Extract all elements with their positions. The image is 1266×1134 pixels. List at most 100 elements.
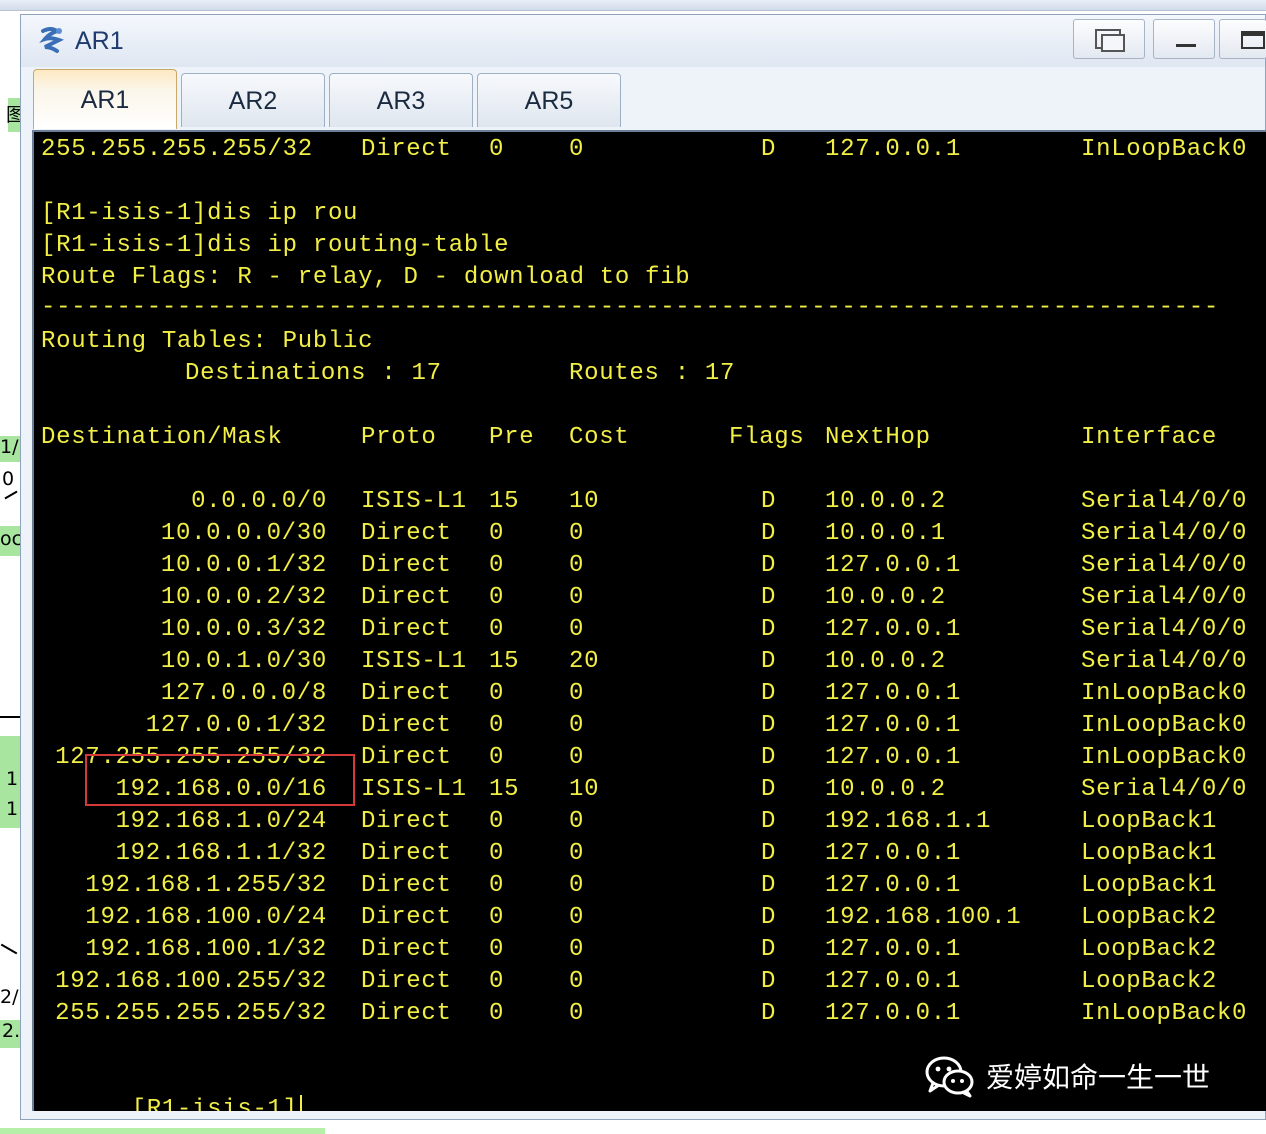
cell-flags: D bbox=[761, 872, 777, 899]
cell-proto: Direct bbox=[361, 808, 452, 835]
cell-interface: Serial4/0/0 bbox=[1081, 552, 1248, 579]
device-tab-bar: AR1 AR2 AR3 AR5 bbox=[31, 69, 1265, 129]
cell-cost: 0 bbox=[569, 904, 585, 931]
restore-icon bbox=[1095, 29, 1125, 52]
destinations-count: Destinations : 17 bbox=[185, 360, 442, 387]
workspace-fragment: oc bbox=[0, 528, 23, 550]
workspace-bottom-bar bbox=[0, 1128, 325, 1134]
routing-tables-line: Routing Tables: Public bbox=[41, 328, 374, 355]
workspace-fragment: 1 bbox=[6, 798, 19, 820]
header-nexthop: NextHop bbox=[825, 424, 931, 451]
cell-pre: 0 bbox=[489, 616, 505, 643]
maximize-icon bbox=[1241, 31, 1265, 49]
cell-cost: 0 bbox=[569, 616, 585, 643]
header-proto: Proto bbox=[361, 424, 437, 451]
cell-interface: LoopBack2 bbox=[1081, 968, 1217, 995]
cell-dest: 192.168.100.255/32 bbox=[55, 968, 327, 995]
title-bar[interactable]: AR1 bbox=[21, 15, 1266, 67]
workspace-fragment: 1/ bbox=[0, 436, 19, 458]
workspace-fragment: 1 bbox=[6, 768, 19, 790]
desktop-top-strip bbox=[0, 0, 1266, 11]
cell-flags: D bbox=[761, 1000, 777, 1027]
separator-line: ----------------------------------------… bbox=[41, 294, 1219, 321]
cell-proto: Direct bbox=[361, 552, 452, 579]
cell-interface: Serial4/0/0 bbox=[1081, 616, 1248, 643]
cell-pre: 15 bbox=[489, 488, 520, 515]
cell-dest: 10.0.1.0/30 bbox=[160, 648, 327, 675]
route-flags-legend: Route Flags: R - relay, D - download to … bbox=[41, 264, 691, 291]
cell-proto: Direct bbox=[361, 840, 452, 867]
minimize-button[interactable] bbox=[1153, 19, 1215, 59]
cell-interface: LoopBack1 bbox=[1081, 840, 1217, 867]
cell-flags: D bbox=[761, 712, 777, 739]
cell-nexthop: 127.0.0.1 bbox=[825, 840, 961, 867]
cell-nexthop: 127.0.0.1 bbox=[825, 1000, 961, 1027]
highlight-box bbox=[85, 754, 355, 806]
cell-dest: 10.0.0.1/32 bbox=[160, 552, 327, 579]
cell-cost: 20 bbox=[569, 648, 600, 675]
cell-proto: ISIS-L1 bbox=[361, 488, 467, 515]
cell-flags: D bbox=[761, 936, 777, 963]
header-cost: Cost bbox=[569, 424, 630, 451]
cell-proto: Direct bbox=[361, 1000, 452, 1027]
cell-dest: 0.0.0.0/0 bbox=[191, 488, 327, 515]
cell-pre: 0 bbox=[489, 136, 505, 163]
cell-dest: 255.255.255.255/32 bbox=[55, 1000, 327, 1027]
cell-dest: 192.168.1.1/32 bbox=[115, 840, 327, 867]
cell-pre: 15 bbox=[489, 776, 520, 803]
cell-proto: ISIS-L1 bbox=[361, 648, 467, 675]
cell-interface: LoopBack2 bbox=[1081, 936, 1217, 963]
tab-ar2[interactable]: AR2 bbox=[181, 73, 325, 127]
cell-flags: D bbox=[761, 776, 777, 803]
cell-flags: D bbox=[761, 904, 777, 931]
cell-proto: Direct bbox=[361, 584, 452, 611]
tab-ar5[interactable]: AR5 bbox=[477, 73, 621, 127]
cell-nexthop: 127.0.0.1 bbox=[825, 136, 961, 163]
cell-interface: Serial4/0/0 bbox=[1081, 584, 1248, 611]
cell-nexthop: 127.0.0.1 bbox=[825, 616, 961, 643]
counts-line: Destinations : 17 Routes : 17 bbox=[41, 358, 734, 390]
cell-nexthop: 127.0.0.1 bbox=[825, 936, 961, 963]
restore-button[interactable] bbox=[1073, 19, 1145, 59]
cell-interface: Serial4/0/0 bbox=[1081, 776, 1248, 803]
window-title: AR1 bbox=[75, 27, 124, 55]
workspace-fragment: 0 bbox=[2, 468, 15, 490]
cell-pre: 0 bbox=[489, 904, 505, 931]
cell-proto: Direct bbox=[361, 744, 452, 771]
cell-interface: InLoopBack0 bbox=[1081, 744, 1248, 771]
cell-flags: D bbox=[761, 680, 777, 707]
cell-proto: Direct bbox=[361, 968, 452, 995]
cell-dest: 192.168.1.255/32 bbox=[85, 872, 327, 899]
cell-nexthop: 10.0.0.2 bbox=[825, 488, 946, 515]
cell-nexthop: 10.0.0.2 bbox=[825, 648, 946, 675]
maximize-button[interactable] bbox=[1219, 19, 1266, 59]
cell-flags: D bbox=[761, 840, 777, 867]
cell-nexthop: 127.0.0.1 bbox=[825, 552, 961, 579]
command-line: [R1-isis-1]dis ip routing-table bbox=[41, 232, 510, 259]
cell-interface: InLoopBack0 bbox=[1081, 1000, 1248, 1027]
prompt-line[interactable]: [R1-isis-1] bbox=[41, 1062, 302, 1111]
cell-interface: InLoopBack0 bbox=[1081, 680, 1248, 707]
cell-cost: 10 bbox=[569, 776, 600, 803]
cell-pre: 0 bbox=[489, 872, 505, 899]
watermark-text: 爱婷如命一生一世 bbox=[986, 1061, 1211, 1094]
tab-ar1[interactable]: AR1 bbox=[33, 69, 177, 129]
cell-cost: 0 bbox=[569, 520, 585, 547]
terminal-console[interactable]: 255.255.255.255/32 Direct 0 0 D 127.0.0.… bbox=[32, 130, 1266, 1111]
cell-dest: 255.255.255.255/32 bbox=[41, 136, 313, 163]
cell-flags: D bbox=[761, 808, 777, 835]
cell-pre: 0 bbox=[489, 936, 505, 963]
tab-ar3[interactable]: AR3 bbox=[329, 73, 473, 127]
command-line: [R1-isis-1]dis ip rou bbox=[41, 200, 359, 227]
cell-cost: 0 bbox=[569, 680, 585, 707]
cell-flags: D bbox=[761, 488, 777, 515]
workspace-link-line bbox=[0, 943, 18, 955]
wechat-icon bbox=[925, 1056, 974, 1098]
cell-proto: Direct bbox=[361, 712, 452, 739]
cell-nexthop: 192.168.100.1 bbox=[825, 904, 1022, 931]
cell-dest: 10.0.0.3/32 bbox=[160, 616, 327, 643]
workspace-link-line bbox=[0, 716, 20, 718]
cell-proto: Direct bbox=[361, 904, 452, 931]
cell-pre: 0 bbox=[489, 968, 505, 995]
cell-pre: 0 bbox=[489, 808, 505, 835]
